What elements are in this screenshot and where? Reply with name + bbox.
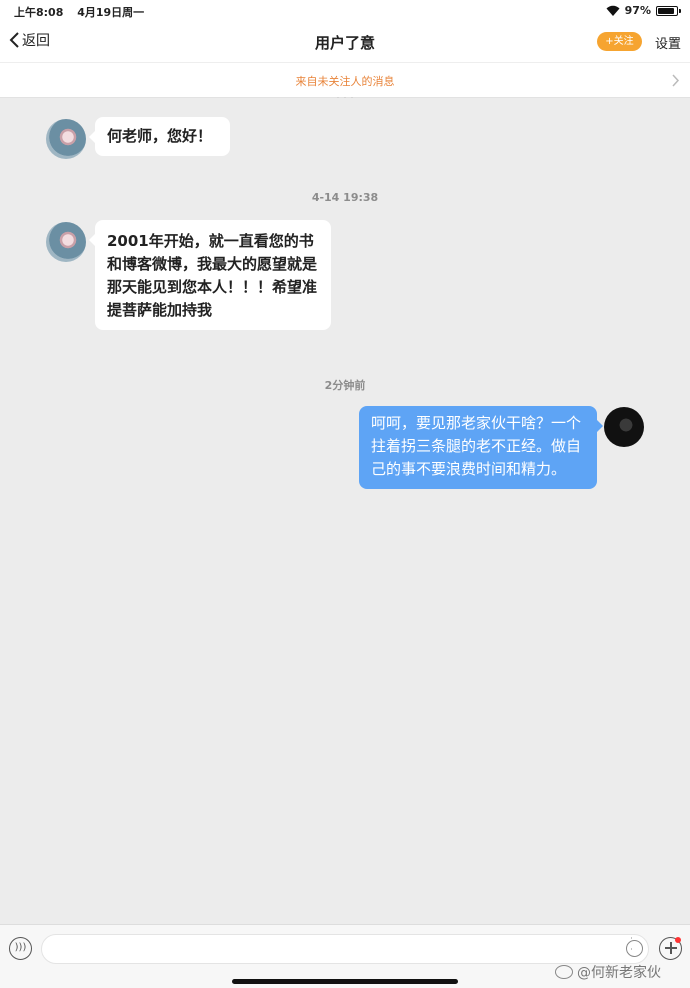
home-indicator[interactable] bbox=[232, 979, 458, 984]
notice-text: 来自未关注人的消息 bbox=[295, 75, 395, 88]
battery-percent: 97% bbox=[624, 4, 651, 17]
nav-bar: 返回 用户了意 +关注 设置 bbox=[0, 22, 690, 62]
chevron-right-icon bbox=[672, 74, 680, 87]
settings-button[interactable]: 设置 bbox=[655, 33, 681, 52]
avatar[interactable] bbox=[604, 407, 644, 447]
message-input-wrapper bbox=[41, 934, 649, 964]
timestamp: 4-14 19:38 bbox=[311, 191, 379, 204]
notification-dot bbox=[675, 937, 681, 943]
input-bar: ))) @何新老家伙 bbox=[0, 924, 690, 988]
weibo-icon bbox=[555, 965, 573, 979]
status-bar: 上午8:08 4月19日周一 97% bbox=[0, 0, 690, 22]
avatar[interactable] bbox=[46, 222, 86, 262]
status-date: 4月19日周一 bbox=[77, 6, 145, 19]
watermark-text: @何新老家伙 bbox=[577, 965, 661, 981]
watermark: @何新老家伙 bbox=[555, 962, 661, 982]
message-bubble[interactable]: 呵呵，要见那老家伙干啥？一个拄着拐三条腿的老不正经。做自己的事不要浪费时间和精力… bbox=[359, 406, 603, 489]
message-input[interactable] bbox=[54, 935, 614, 963]
status-time: 上午8:08 bbox=[14, 6, 64, 19]
emoji-icon[interactable] bbox=[626, 937, 643, 959]
wifi-icon bbox=[606, 5, 620, 16]
battery-icon bbox=[656, 5, 681, 16]
message-bubble[interactable]: 2001年开始，就一直看您的书和博客微博，我最大的愿望就是那天能见到您本人！！！… bbox=[89, 220, 331, 330]
message-bubble[interactable]: 何老师，您好！ bbox=[89, 117, 230, 156]
page-title: 用户了意 bbox=[314, 34, 375, 52]
follow-button[interactable]: +关注 bbox=[597, 32, 642, 51]
avatar[interactable] bbox=[46, 119, 86, 159]
timestamp-clipped: · · · bbox=[0, 92, 690, 98]
voice-icon[interactable]: ))) bbox=[9, 937, 32, 960]
timestamp: 2分钟前 bbox=[324, 379, 366, 392]
